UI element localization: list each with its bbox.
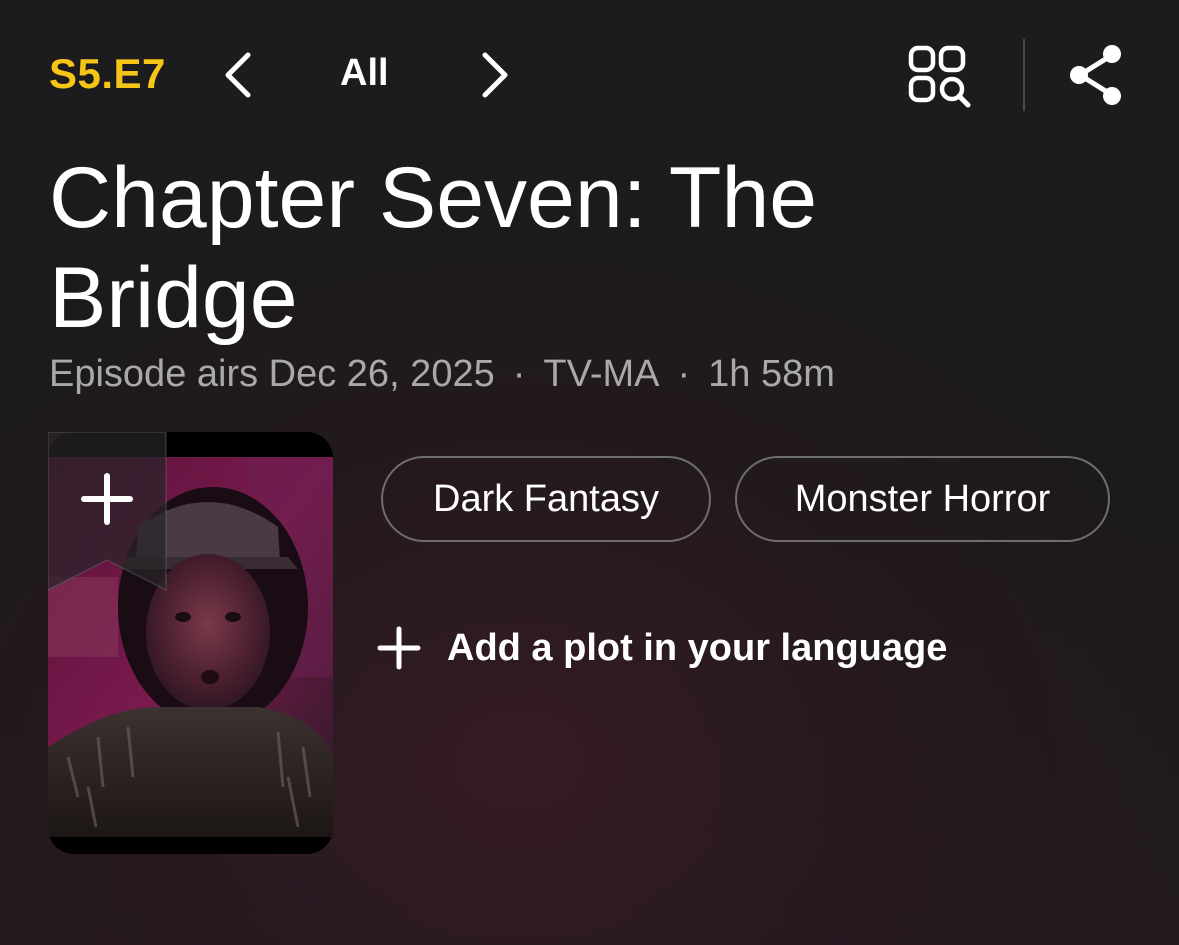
plus-icon: [377, 626, 421, 670]
all-episodes-link[interactable]: All: [340, 52, 389, 95]
episode-browse-search-icon: [908, 45, 971, 108]
runtime: 1h 58m: [708, 353, 835, 395]
toolbar-divider: [1023, 39, 1025, 111]
add-plot-button[interactable]: Add a plot in your language: [377, 620, 947, 676]
episode-browse-button[interactable]: [903, 40, 977, 114]
chevron-right-icon: [482, 52, 508, 98]
add-plot-label: Add a plot in your language: [447, 626, 948, 669]
content-rating: TV-MA: [543, 353, 660, 395]
episode-title: Chapter Seven: The Bridge: [49, 150, 818, 346]
chevron-left-icon: [225, 52, 251, 98]
air-date: Episode airs Dec 26, 2025: [49, 353, 495, 395]
genre-chip-dark-fantasy[interactable]: Dark Fantasy: [381, 456, 711, 542]
previous-episode-button[interactable]: [210, 45, 266, 105]
meta-separator: ·: [677, 353, 691, 395]
add-to-watchlist-button[interactable]: [48, 432, 168, 592]
episode-meta: Episode airs Dec 26, 2025 · TV-MA · 1h 58m: [49, 353, 835, 396]
episode-code: S5.E7: [49, 50, 166, 97]
share-button[interactable]: [1062, 40, 1130, 110]
genre-chip-monster-horror[interactable]: Monster Horror: [735, 456, 1110, 542]
share-icon: [1070, 45, 1121, 105]
meta-separator: ·: [512, 353, 526, 395]
next-episode-button[interactable]: [467, 45, 523, 105]
